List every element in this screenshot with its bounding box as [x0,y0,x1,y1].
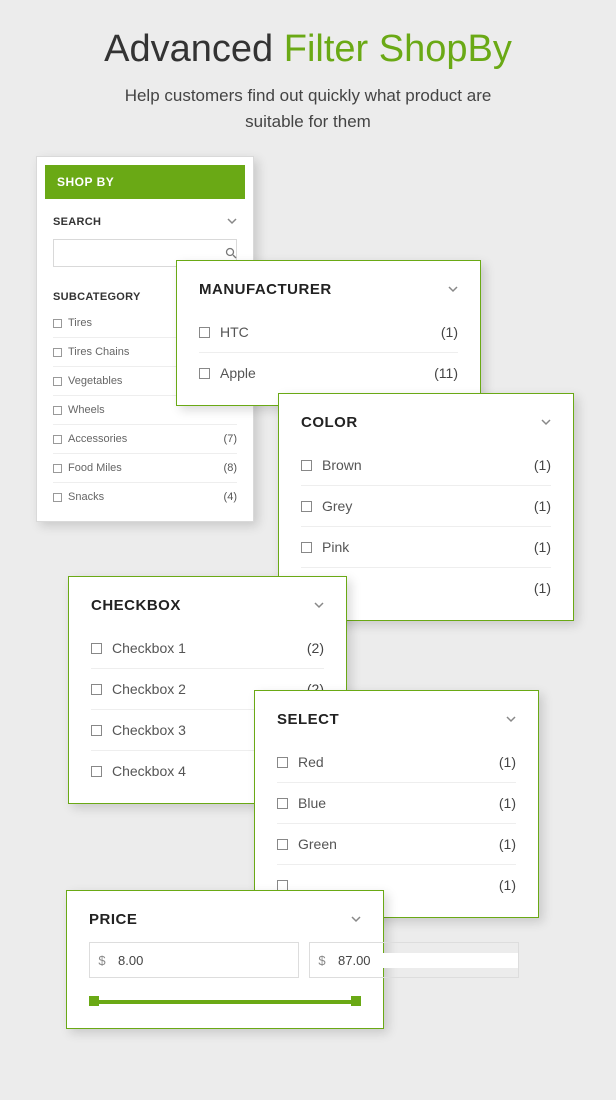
checkbox-icon[interactable] [277,839,288,850]
list-item[interactable]: Grey(1) [301,486,551,527]
checkbox-icon[interactable] [53,464,62,473]
chevron-down-icon[interactable] [541,416,551,430]
checkbox-icon[interactable] [277,880,288,891]
list-item[interactable]: HTC(1) [199,312,458,353]
currency-symbol: $ [90,953,114,968]
chevron-down-icon[interactable] [448,283,458,297]
currency-symbol: $ [310,953,334,968]
chevron-down-icon[interactable] [227,215,237,229]
price-min-wrap: $ [89,942,299,978]
price-min-input[interactable] [114,953,298,968]
search-section-title: SEARCH [37,205,253,235]
checkbox-icon[interactable] [301,501,312,512]
list-item[interactable]: Blue(1) [277,783,516,824]
color-title: COLOR [279,394,573,445]
price-panel: PRICE $ $ [66,890,384,1029]
list-item[interactable]: Green(1) [277,824,516,865]
page-subtitle: Help customers find out quickly what pro… [0,83,616,134]
checkbox-icon[interactable] [199,368,210,379]
chevron-down-icon[interactable] [351,913,361,927]
checkbox-icon[interactable] [91,725,102,736]
checkbox-icon[interactable] [199,327,210,338]
manufacturer-title: MANUFACTURER [177,261,480,312]
price-inputs: $ $ [89,942,361,978]
slider-handle-max[interactable] [351,996,361,1006]
select-panel: SELECT Red(1) Blue(1) Green(1) (1) [254,690,539,918]
price-body: $ $ [67,942,383,1028]
checkbox-icon[interactable] [277,798,288,809]
page-heading: Advanced Filter ShopBy Help customers fi… [0,0,616,134]
price-max-input[interactable] [334,953,518,968]
checkbox-icon[interactable] [53,493,62,502]
checkbox-icon[interactable] [91,684,102,695]
list-item[interactable]: Pink(1) [301,527,551,568]
checkbox-icon[interactable] [53,435,62,444]
manufacturer-panel: MANUFACTURER HTC(1) Apple(11) [176,260,481,406]
checkbox-icon[interactable] [53,377,62,386]
list-item[interactable]: Snacks(4) [53,483,237,511]
checkbox-icon[interactable] [301,542,312,553]
slider-track [89,1000,361,1004]
page-title: Advanced Filter ShopBy [0,28,616,71]
title-prefix: Advanced [104,28,284,70]
list-item[interactable]: Apple(11) [199,353,458,393]
checkbox-icon[interactable] [301,460,312,471]
checkbox-title: CHECKBOX [69,577,346,628]
chevron-down-icon[interactable] [506,713,516,727]
price-title: PRICE [67,891,383,942]
price-slider[interactable] [89,996,361,1006]
checkbox-icon[interactable] [53,406,62,415]
checkbox-icon[interactable] [277,757,288,768]
list-item[interactable]: Accessories(7) [53,425,237,454]
list-item[interactable]: Food Miles(8) [53,454,237,483]
list-item[interactable]: Brown(1) [301,445,551,486]
list-item[interactable]: Red(1) [277,742,516,783]
shopby-header: SHOP BY [45,165,245,199]
checkbox-icon[interactable] [91,766,102,777]
list-item[interactable]: Checkbox 1(2) [91,628,324,669]
checkbox-icon[interactable] [53,319,62,328]
chevron-down-icon[interactable] [314,599,324,613]
select-title: SELECT [255,691,538,742]
price-max-wrap: $ [309,942,519,978]
title-accent: Filter ShopBy [284,28,512,70]
manufacturer-list: HTC(1) Apple(11) [177,312,480,405]
checkbox-icon[interactable] [91,643,102,654]
checkbox-icon[interactable] [53,348,62,357]
slider-handle-min[interactable] [89,996,99,1006]
